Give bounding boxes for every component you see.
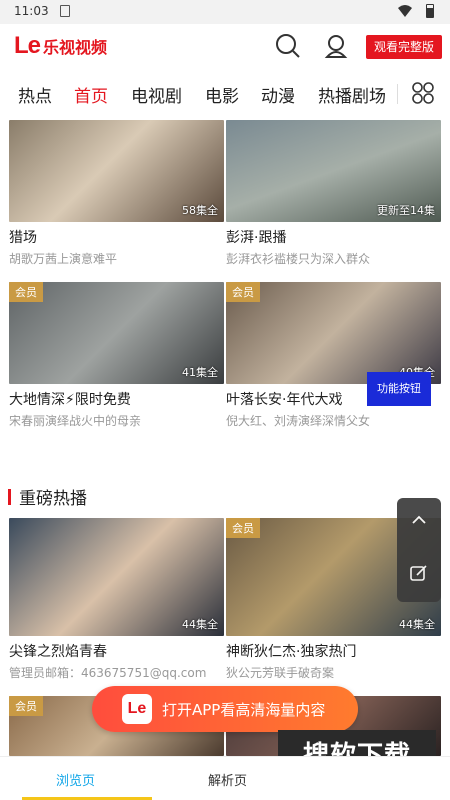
video-subtitle: 管理员邮箱：463675751@qq.com: [9, 666, 207, 680]
tab-movie[interactable]: 电影: [205, 82, 239, 107]
video-thumbnail[interactable]: 58集全: [9, 120, 224, 222]
floating-controls: [397, 498, 441, 602]
video-subtitle: 彭湃衣衫褴楼只为深入群众: [226, 252, 371, 266]
search-icon[interactable]: [274, 32, 302, 60]
content-feed[interactable]: 58集全 猎场 胡歌万茜上演意难平 更新至14集 彭湃·跟播 彭湃衣衫褴楼只为深…: [0, 120, 450, 756]
tab-theater[interactable]: 热播剧场: [318, 82, 386, 107]
section-header: 重磅热播: [8, 484, 87, 509]
episode-count: 44集全: [182, 618, 218, 631]
video-subtitle: 宋春丽演绎战火中的母亲: [9, 414, 142, 428]
logo-brand: 乐视视频: [43, 38, 108, 57]
vip-badge: 会员: [226, 282, 260, 302]
section-accent-bar: [8, 488, 11, 505]
app-logo[interactable]: Le 乐视视频: [14, 32, 108, 59]
tab-tv[interactable]: 电视剧: [131, 82, 182, 107]
episode-count: 58集全: [182, 204, 218, 217]
bottom-navigation: 浏览页 解析页: [0, 756, 450, 800]
watch-full-button[interactable]: 观看完整版: [365, 35, 442, 59]
video-thumbnail[interactable]: 会员 41集全: [9, 282, 224, 384]
sim-icon: [60, 5, 70, 17]
video-subtitle: 狄公元芳联手破奇案: [226, 666, 335, 680]
tab-divider: [397, 84, 398, 104]
vip-badge: 会员: [9, 696, 43, 716]
video-card[interactable]: 会员 41集全 大地情深⚡限时免费 宋春丽演绎战火中的母亲: [9, 282, 224, 429]
category-tabs: 热点 首页 电视剧 电影 动漫 热播剧场: [0, 68, 450, 120]
video-card[interactable]: 更新至14集 彭湃·跟播 彭湃衣衫褴楼只为深入群众: [226, 120, 441, 267]
scroll-top-icon[interactable]: [411, 512, 427, 528]
video-card[interactable]: 44集全 尖锋之烈焰青春 管理员邮箱：463675751@qq.com: [9, 518, 224, 681]
app-header: Le 乐视视频 观看完整版: [0, 24, 450, 68]
video-title[interactable]: 神断狄仁杰·独家热门: [226, 641, 441, 661]
nav-browse[interactable]: 浏览页: [56, 770, 95, 789]
section-title: 重磅热播: [19, 489, 87, 509]
tab-home[interactable]: 首页: [74, 82, 108, 107]
episode-count: 41集全: [182, 366, 218, 379]
grid-menu-icon[interactable]: [412, 82, 434, 104]
logo-le: Le: [14, 32, 41, 59]
tab-hot[interactable]: 热点: [18, 82, 52, 107]
tab-anime[interactable]: 动漫: [261, 82, 295, 107]
video-thumbnail[interactable]: 44集全: [9, 518, 224, 636]
status-bar: 11:03: [0, 0, 450, 24]
episode-count: 44集全: [399, 618, 435, 631]
battery-icon: [426, 4, 434, 18]
video-title[interactable]: 彭湃·跟播: [226, 227, 441, 247]
feature-button[interactable]: 功能按钮: [367, 372, 431, 406]
video-card[interactable]: 会员 40集全 叶落长安·年代大戏 倪大红、刘涛演绎深情父女: [226, 282, 441, 429]
video-title[interactable]: 猎场: [9, 227, 224, 247]
video-thumbnail[interactable]: 更新至14集: [226, 120, 441, 222]
status-time: 11:03: [14, 4, 49, 18]
video-title[interactable]: 大地情深⚡限时免费: [9, 389, 224, 409]
video-thumbnail[interactable]: 会员 40集全: [226, 282, 441, 384]
vip-badge: 会员: [226, 518, 260, 538]
open-app-button[interactable]: Le 打开APP看高清海量内容: [92, 686, 358, 732]
app-logo-icon: Le: [122, 694, 152, 724]
edit-icon[interactable]: [410, 564, 428, 582]
open-app-label: 打开APP看高清海量内容: [162, 700, 326, 719]
user-icon[interactable]: [322, 32, 350, 60]
video-card[interactable]: 58集全 猎场 胡歌万茜上演意难平: [9, 120, 224, 267]
wifi-icon: [398, 5, 412, 17]
video-subtitle: 倪大红、刘涛演绎深情父女: [226, 414, 371, 428]
vip-badge: 会员: [9, 282, 43, 302]
video-title[interactable]: 尖锋之烈焰青春: [9, 641, 224, 661]
nav-parse[interactable]: 解析页: [208, 770, 247, 789]
episode-count: 更新至14集: [377, 204, 435, 217]
video-subtitle: 胡歌万茜上演意难平: [9, 252, 118, 266]
